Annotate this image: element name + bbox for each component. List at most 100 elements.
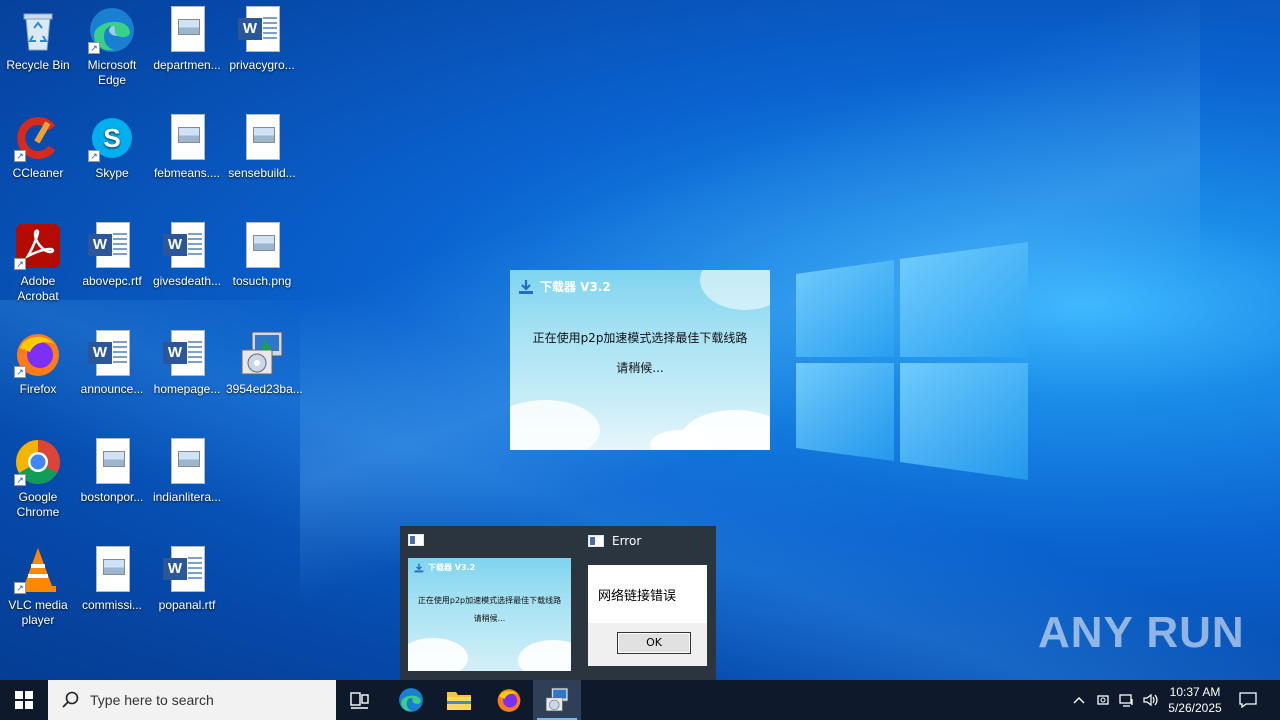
word-doc-icon: W [88,222,136,270]
preview-downloader-wait: 请稍候... [473,614,506,623]
windows-logo-wallpaper [796,242,1028,480]
action-center-button[interactable] [1234,680,1262,720]
icon-label: announce... [80,382,144,396]
desktop-icon-vlc[interactable]: ↗ VLC media player [0,546,76,628]
icon-label: febmeans.... [153,166,221,180]
desktop-icon-skype[interactable]: S ↗ Skype [74,114,150,181]
icon-label: Adobe Acrobat [17,274,59,303]
network-icon [1119,694,1133,707]
installer-icon [545,687,569,712]
folder-icon [447,692,471,710]
edge-icon: ↗ [88,6,136,54]
tray-device-icon[interactable] [1092,680,1114,720]
word-doc-icon: W [163,330,211,378]
preview-downloader-title-text: 下载器 V3.2 [428,563,476,572]
notification-icon [1239,692,1257,708]
icon-label: 3954ed23ba... [226,382,303,396]
recycle-bin-icon [14,6,62,54]
desktop-icon-departmen[interactable]: departmen... [149,6,225,73]
task-view-icon [350,692,369,709]
icon-label: privacygro... [229,58,295,72]
ccleaner-icon: ↗ [14,114,62,162]
edge-icon [399,688,423,712]
task-view-button[interactable] [336,680,384,720]
image-file-icon [163,438,211,486]
downloader-message: 正在使用p2p加速模式选择最佳下载线路 [532,331,748,345]
desktop-icon-recycle-bin[interactable]: Recycle Bin [0,6,76,73]
clock-date: 5/26/2025 [1168,701,1222,715]
desktop-icon-sensebuild[interactable]: sensebuild... [224,114,300,181]
desktop-icon-microsoft-edge[interactable]: ↗ Microsoft Edge [74,6,150,88]
ok-button[interactable]: OK [617,632,691,654]
icon-label: indianlitera... [152,490,222,504]
taskbar-installer-app[interactable] [533,680,581,720]
taskbar-firefox[interactable] [485,680,533,720]
skype-icon: S ↗ [88,114,136,162]
taskbar: Type here to search 10:37 AM 5/26/2025 [0,680,1280,720]
icon-label: CCleaner [12,166,64,180]
icon-label: departmen... [153,58,221,72]
image-file-icon [88,438,136,486]
downloader-title-text: 下载器 V3.2 [540,280,611,294]
image-file-icon [238,114,286,162]
preview-downloader-header [408,534,424,546]
volume-icon [1143,693,1158,707]
word-doc-icon: W [163,222,211,270]
desktop-icon-3954ed23ba[interactable]: 3954ed23ba... [224,330,303,397]
preview-downloader-message: 正在使用p2p加速模式选择最佳下载线路 [417,596,562,605]
desktop-icon-popanal-rtf[interactable]: W popanal.rtf [149,546,225,613]
start-button[interactable] [0,680,48,720]
preview-downloader-thumbnail[interactable]: 下载器 V3.2 正在使用p2p加速模式选择最佳下载线路 请稍候... [408,558,571,671]
taskbar-search-box[interactable]: Type here to search [48,680,336,720]
desktop-icon-bostonpor[interactable]: bostonpor... [74,438,150,505]
icon-label: Recycle Bin [6,58,70,72]
chevron-up-icon [1073,697,1085,704]
firefox-icon [497,689,521,712]
desktop-icon-homepage[interactable]: W homepage... [149,330,225,397]
word-doc-icon: W [163,546,211,594]
chrome-icon: ↗ [14,438,62,486]
word-doc-icon: W [88,330,136,378]
app-window-icon [408,534,424,546]
icon-label: bostonpor... [80,490,144,504]
icon-label: Microsoft Edge [87,58,137,87]
icon-label: abovepc.rtf [82,274,142,288]
icon-label: Google Chrome [16,490,60,519]
icon-label: givesdeath... [152,274,222,288]
desktop-icon-commissi[interactable]: commissi... [74,546,150,613]
image-file-icon [238,222,286,270]
preview-error-thumbnail[interactable]: 网络链接错误 OK [588,565,707,666]
installer-icon [238,330,286,378]
downloader-title: 下载器 V3.2 [518,278,611,295]
icon-label: tosuch.png [232,274,292,288]
icon-label: Skype [95,166,129,180]
taskbar-clock[interactable]: 10:37 AM 5/26/2025 [1160,680,1230,720]
image-file-icon [88,546,136,594]
downloader-wait-text: 请稍候... [616,361,664,375]
tray-volume[interactable] [1140,680,1162,720]
show-hidden-icons-button[interactable] [1068,680,1090,720]
desktop-icon-privacygro[interactable]: W privacygro... [224,6,300,73]
desktop-icon-google-chrome[interactable]: ↗ Google Chrome [0,438,76,520]
tray-network[interactable] [1116,680,1138,720]
desktop-icon-febmeans[interactable]: febmeans.... [149,114,225,181]
desktop-icon-ccleaner[interactable]: ↗ CCleaner [0,114,76,181]
desktop-icon-announce[interactable]: W announce... [74,330,150,397]
search-placeholder: Type here to search [90,692,214,708]
desktop-icon-abovepc-rtf[interactable]: W abovepc.rtf [74,222,150,289]
icon-label: sensebuild... [228,166,296,180]
vlc-icon: ↗ [14,546,62,594]
acrobat-icon: ↗ [14,222,62,270]
taskbar-file-explorer[interactable] [435,680,483,720]
image-file-icon [163,114,211,162]
desktop-icon-givesdeath[interactable]: W givesdeath... [149,222,225,289]
desktop-icon-indianlitera[interactable]: indianlitera... [149,438,225,505]
desktop-icon-firefox[interactable]: ↗ Firefox [0,330,76,397]
icon-label: Firefox [19,382,57,396]
desktop-icon-adobe-acrobat[interactable]: ↗ Adobe Acrobat [0,222,76,304]
desktop: Recycle Bin ↗ CCleaner ↗ Adobe Acrobat ↗… [0,0,1280,680]
desktop-icon-tosuch-png[interactable]: tosuch.png [224,222,300,289]
taskbar-edge[interactable] [387,680,435,720]
downloader-window[interactable]: 下载器 V3.2 正在使用p2p加速模式选择最佳下载线路 请稍候... [510,270,770,450]
word-doc-icon: W [238,6,286,54]
